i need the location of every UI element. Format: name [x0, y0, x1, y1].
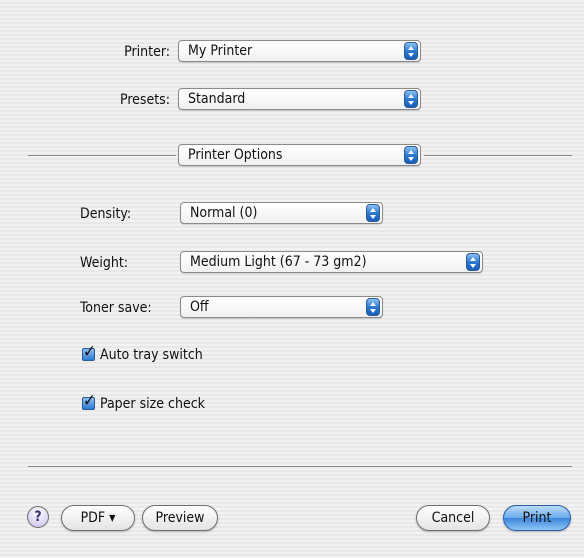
auto-tray-switch-checkbox[interactable]: ✓ — [82, 343, 96, 361]
pdf-button[interactable]: PDF ▾ — [61, 505, 135, 531]
print-button[interactable]: Print — [503, 505, 571, 531]
presets-label: Presets: — [119, 92, 170, 108]
cancel-button[interactable]: Cancel — [416, 505, 490, 531]
paper-size-check-checkbox[interactable]: ✓ — [82, 392, 96, 410]
checkmark-icon: ✓ — [83, 342, 96, 362]
preview-button[interactable]: Preview — [142, 505, 218, 531]
paper-size-check-label[interactable]: Paper size check — [100, 392, 205, 416]
checkmark-icon: ✓ — [83, 391, 96, 411]
panel-popup-value: Printer Options — [188, 147, 283, 163]
up-down-arrows-icon — [366, 204, 380, 222]
toner-save-popup-value: Off — [190, 299, 209, 315]
panel-popup[interactable]: Printer Options — [178, 144, 421, 166]
preview-button-label: Preview — [155, 510, 205, 526]
weight-popup[interactable]: Medium Light (67 - 73 gm2) — [180, 251, 483, 273]
up-down-arrows-icon — [404, 90, 418, 108]
printer-popup[interactable]: My Printer — [178, 40, 421, 62]
up-down-arrows-icon — [404, 42, 418, 60]
weight-label: Weight: — [80, 255, 129, 271]
weight-popup-value: Medium Light (67 - 73 gm2) — [190, 254, 367, 270]
toner-save-popup[interactable]: Off — [180, 296, 383, 318]
footer-separator — [28, 466, 572, 467]
auto-tray-switch-label[interactable]: Auto tray switch — [100, 343, 203, 367]
separator-right — [424, 155, 572, 156]
up-down-arrows-icon — [366, 298, 380, 316]
presets-popup-value: Standard — [188, 91, 246, 107]
cancel-button-label: Cancel — [431, 510, 475, 526]
printer-popup-value: My Printer — [188, 43, 253, 59]
pdf-button-label: PDF ▾ — [80, 510, 116, 526]
density-popup-value: Normal (0) — [190, 205, 258, 221]
help-button[interactable]: ? — [27, 506, 49, 528]
print-button-label: Print — [522, 510, 552, 526]
up-down-arrows-icon — [466, 253, 480, 271]
separator-left — [28, 155, 176, 156]
printer-label: Printer: — [124, 44, 170, 60]
density-label: Density: — [80, 206, 132, 222]
toner-save-label: Toner save: — [80, 300, 152, 316]
presets-popup[interactable]: Standard — [178, 88, 421, 110]
help-icon: ? — [34, 509, 42, 525]
density-popup[interactable]: Normal (0) — [180, 202, 383, 224]
up-down-arrows-icon — [404, 146, 418, 164]
